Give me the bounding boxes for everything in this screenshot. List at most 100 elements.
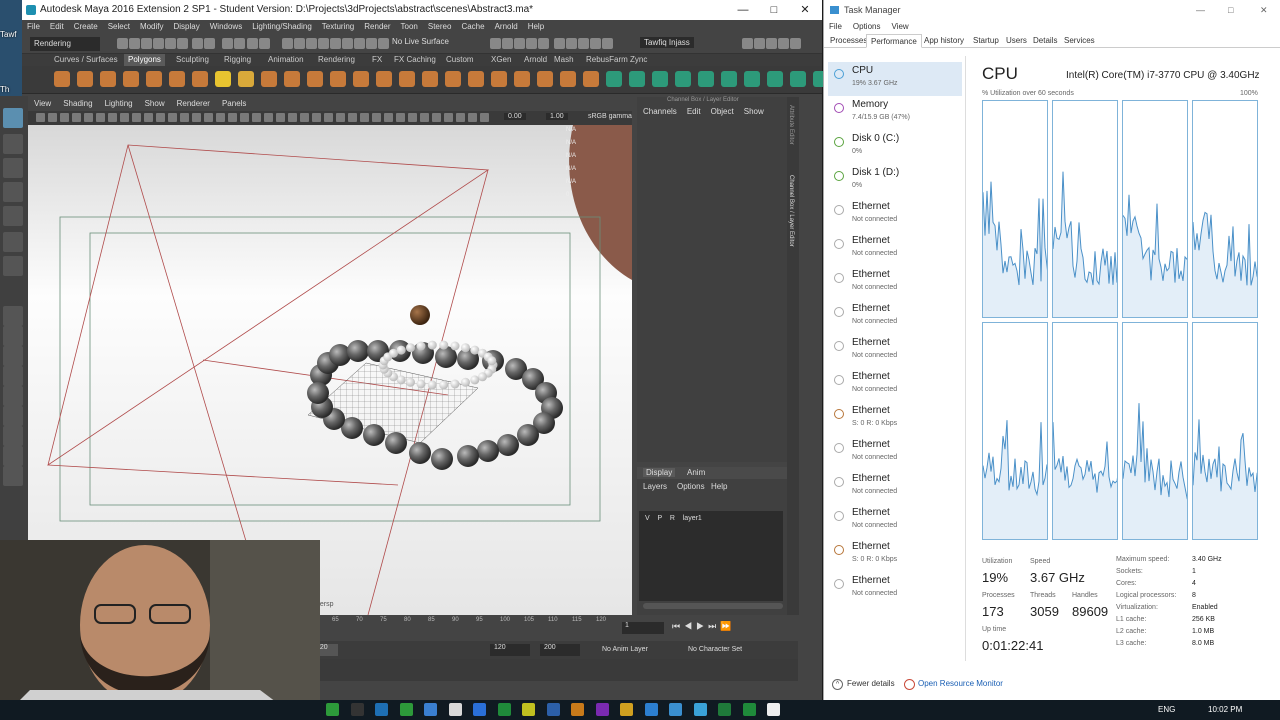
status-tool-icon[interactable] — [234, 38, 245, 49]
status-tool-icon[interactable] — [366, 38, 377, 49]
status-tool-icon[interactable] — [554, 38, 565, 49]
viewport-tool-icon[interactable] — [420, 113, 429, 122]
perf-item[interactable]: Ethernet Not connected — [828, 300, 962, 334]
taskbar-app-icon[interactable] — [571, 703, 584, 716]
viewport-tool-icon[interactable] — [120, 113, 129, 122]
status-tool-icon[interactable] — [192, 38, 203, 49]
toolbox-tool-icon[interactable] — [3, 158, 23, 178]
shelf-tool-icon[interactable] — [537, 71, 553, 87]
shelf-tab[interactable]: Sculpting — [172, 54, 213, 66]
maya-menu-item[interactable]: Arnold — [495, 22, 518, 31]
perf-item[interactable]: Ethernet Not connected — [828, 232, 962, 266]
channel-box-tab[interactable]: Channel Box / Layer Editor — [788, 175, 794, 247]
viewport-tool-icon[interactable] — [72, 113, 81, 122]
tm-menu-item[interactable]: File — [829, 22, 842, 31]
animation-end[interactable]: 200 — [540, 644, 580, 656]
dark-sphere[interactable] — [497, 434, 519, 456]
gamma-field[interactable]: 1.00 — [546, 113, 568, 120]
viewport-tool-icon[interactable] — [144, 113, 153, 122]
user-account-button[interactable]: Tawfiq Injass — [640, 37, 694, 48]
toolbox-tool-icon[interactable] — [3, 426, 23, 446]
range-end[interactable]: 120 — [490, 644, 530, 656]
chevron-up-icon[interactable]: ^ — [832, 679, 843, 690]
shelf-tool-icon[interactable] — [330, 71, 346, 87]
viewport-tool-icon[interactable] — [444, 113, 453, 122]
toolbox-tool-icon[interactable] — [3, 466, 23, 486]
white-sphere[interactable] — [470, 375, 480, 385]
viewport-tool-icon[interactable] — [480, 113, 489, 122]
tm-minimize-button[interactable]: — — [1196, 0, 1205, 20]
white-sphere[interactable] — [406, 377, 415, 387]
shelf-tool-icon[interactable] — [54, 71, 70, 87]
status-tool-icon[interactable] — [602, 38, 613, 49]
toolbox-tool-icon[interactable] — [3, 346, 23, 366]
viewport-tool-icon[interactable] — [156, 113, 165, 122]
shelf-tool-icon[interactable] — [675, 71, 691, 87]
attribute-editor-tab[interactable]: Attribute Editor — [788, 105, 794, 145]
maya-menu-item[interactable]: Display — [174, 22, 200, 31]
perf-item[interactable]: Disk 0 (C:) 0% — [828, 130, 962, 164]
status-tool-icon[interactable] — [538, 38, 549, 49]
playback-controls[interactable]: ⏮◀▶⏭⏩ — [672, 621, 792, 635]
viewport-tool-icon[interactable] — [396, 113, 405, 122]
status-tool-icon[interactable] — [354, 38, 365, 49]
taskbar-app-icon[interactable] — [693, 703, 707, 716]
viewport-tool-icon[interactable] — [84, 113, 93, 122]
tm-tab[interactable]: App history — [920, 34, 968, 48]
maya-menu-item[interactable]: Cache — [461, 22, 484, 31]
viewport-tool-icon[interactable] — [228, 113, 237, 122]
viewport-tool-icon[interactable] — [384, 113, 393, 122]
current-frame-field[interactable]: 1 — [622, 622, 664, 634]
dark-sphere[interactable] — [431, 448, 453, 470]
status-tool-icon[interactable] — [490, 38, 501, 49]
status-tool-icon[interactable] — [378, 38, 389, 49]
dark-sphere[interactable] — [347, 340, 369, 362]
command-line[interactable] — [298, 659, 798, 681]
toolbox-tool-icon[interactable] — [3, 206, 23, 226]
status-tool-icon[interactable] — [766, 38, 777, 49]
maya-menu-item[interactable]: Stereo — [428, 22, 452, 31]
shelf-tab[interactable]: RebusFarm — [582, 54, 632, 66]
shelf-tool-icon[interactable] — [606, 71, 622, 87]
perf-item[interactable]: CPU 19% 3.67 GHz — [828, 62, 962, 96]
shelf-tool-icon[interactable] — [698, 71, 714, 87]
shelf-tool-icon[interactable] — [560, 71, 576, 87]
shelf-tool-icon[interactable] — [169, 71, 185, 87]
maya-menu-item[interactable]: Modify — [140, 22, 164, 31]
maya-menu-item[interactable]: Lighting/Shading — [252, 22, 312, 31]
status-tool-icon[interactable] — [282, 38, 293, 49]
perf-item[interactable]: Ethernet S: 0 R: 0 Kbps — [828, 538, 962, 572]
viewport-tool-icon[interactable] — [456, 113, 465, 122]
shelf-tool-icon[interactable] — [422, 71, 438, 87]
white-sphere[interactable] — [439, 380, 449, 390]
viewport-tool-icon[interactable] — [360, 113, 369, 122]
tm-tab[interactable]: Processes — [826, 34, 871, 48]
brown-sphere[interactable] — [410, 305, 430, 325]
white-sphere[interactable] — [396, 375, 406, 385]
shelf-tab[interactable]: XGen — [487, 54, 515, 66]
toolbox-tool-icon[interactable] — [3, 108, 23, 128]
viewport-tool-icon[interactable] — [60, 113, 69, 122]
minimize-button[interactable]: — — [728, 0, 758, 20]
shelf-tab[interactable]: Rendering — [314, 54, 359, 66]
viewport-tool-icon[interactable] — [132, 113, 141, 122]
character-set-dropdown[interactable]: No Character Set — [688, 646, 742, 653]
status-tool-icon[interactable] — [294, 38, 305, 49]
fewer-details-link[interactable]: Fewer details — [847, 679, 895, 688]
anim-layer-dropdown[interactable]: No Anim Layer — [602, 646, 648, 653]
viewport-tool-icon[interactable] — [168, 113, 177, 122]
taskbar-app-icon[interactable] — [669, 703, 682, 716]
shelf-tool-icon[interactable] — [123, 71, 139, 87]
status-tool-icon[interactable] — [578, 38, 589, 49]
status-tool-icon[interactable] — [306, 38, 317, 49]
taskbar-app-icon[interactable] — [522, 703, 535, 716]
viewport-tool-icon[interactable] — [264, 113, 273, 122]
taskbar-app-icon[interactable] — [718, 703, 731, 716]
shelf-tool-icon[interactable] — [353, 71, 369, 87]
shelf-tab[interactable]: Rigging — [220, 54, 255, 66]
tm-menu-item[interactable]: Options — [853, 22, 881, 31]
layer-editor-tab[interactable]: Anim — [687, 468, 705, 477]
toolbox-tool-icon[interactable] — [3, 326, 23, 346]
status-tool-icon[interactable] — [590, 38, 601, 49]
viewport-menu-item[interactable]: Shading — [63, 99, 92, 108]
